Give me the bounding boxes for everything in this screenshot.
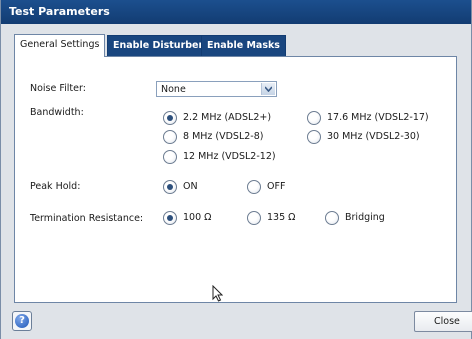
radio-button-icon[interactable]: [163, 211, 177, 225]
help-button[interactable]: ?: [12, 311, 32, 331]
radio-label: 30 MHz (VDSL2-30): [327, 131, 420, 142]
noise-filter-label: Noise Filter:: [30, 83, 86, 94]
radio-label: 2.2 MHz (ADSL2+): [183, 112, 272, 123]
test-parameters-dialog: Test Parameters General Settings Enable …: [0, 0, 472, 339]
noise-filter-value: None: [161, 84, 186, 95]
radio-label: 8 MHz (VDSL2-8): [183, 131, 264, 142]
dialog-title: Test Parameters: [9, 5, 110, 18]
radio-label: OFF: [267, 181, 286, 192]
peak-hold-label: Peak Hold:: [30, 181, 81, 192]
radio-label: 135 Ω: [267, 212, 296, 223]
chevron-down-icon[interactable]: [261, 83, 275, 95]
noise-filter-select[interactable]: None: [156, 81, 277, 97]
tab-general-settings[interactable]: General Settings: [14, 34, 106, 57]
mouse-pointer-icon: [212, 285, 223, 302]
radio-button-icon[interactable]: [325, 211, 339, 225]
close-button[interactable]: Close: [414, 311, 472, 332]
radio-button-icon[interactable]: [163, 150, 177, 164]
radio-button-icon[interactable]: [307, 111, 321, 125]
termination-resistance-label: Termination Resistance:: [30, 213, 144, 224]
bandwidth-label: Bandwidth:: [30, 107, 84, 118]
radio-button-icon[interactable]: [163, 111, 177, 125]
tab-strip: General Settings Enable Disturbers Enabl…: [1, 24, 471, 58]
radio-button-icon[interactable]: [163, 130, 177, 144]
tab-enable-masks[interactable]: Enable Masks: [201, 35, 286, 56]
title-bar[interactable]: Test Parameters: [1, 0, 471, 24]
dialog-footer: ? Close: [1, 303, 472, 339]
radio-button-icon[interactable]: [307, 130, 321, 144]
radio-label: 17.6 MHz (VDSL2-17): [327, 112, 429, 123]
radio-button-icon[interactable]: [163, 180, 177, 194]
tab-enable-disturbers[interactable]: Enable Disturbers: [107, 35, 215, 56]
radio-button-icon[interactable]: [247, 180, 261, 194]
radio-button-icon[interactable]: [247, 211, 261, 225]
radio-label: ON: [183, 181, 198, 192]
radio-label: 100 Ω: [183, 212, 212, 223]
general-settings-panel: Noise Filter: None Bandwidth: 2.2 MHz (A…: [14, 56, 457, 303]
help-icon: ?: [15, 314, 29, 328]
radio-label: Bridging: [345, 212, 385, 223]
radio-label: 12 MHz (VDSL2-12): [183, 151, 276, 162]
